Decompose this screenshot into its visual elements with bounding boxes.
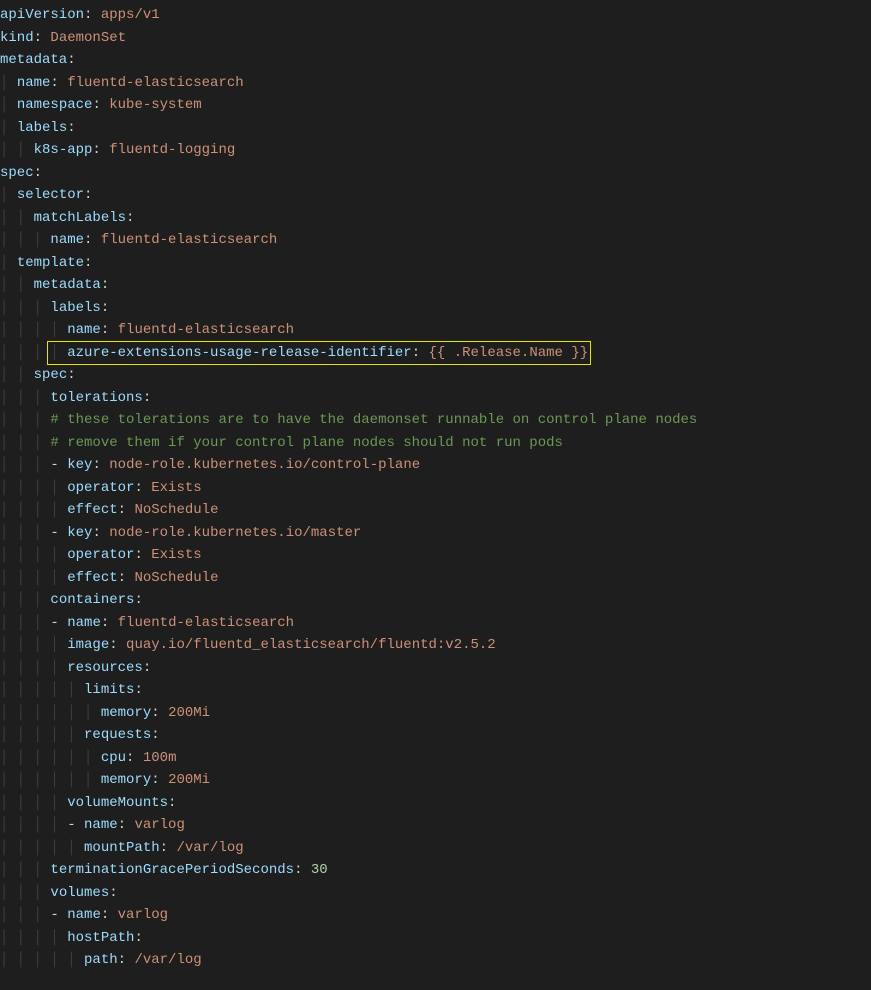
yaml-key: selector <box>17 187 84 203</box>
yaml-key: image <box>67 637 109 653</box>
yaml-key: cpu <box>101 750 126 766</box>
yaml-key: effect <box>67 570 117 586</box>
yaml-key: spec <box>0 165 34 181</box>
yaml-key: memory <box>101 772 151 788</box>
yaml-key: name <box>84 817 118 833</box>
yaml-value: fluentd-elasticsearch <box>118 322 294 338</box>
highlighted-line: │ azure-extensions-usage-release-identif… <box>48 342 590 365</box>
yaml-key: terminationGracePeriodSeconds <box>50 862 294 878</box>
yaml-value: quay.io/fluentd_elasticsearch/fluentd:v2… <box>126 637 496 653</box>
yaml-key: limits <box>84 682 134 698</box>
yaml-key: spec <box>34 367 68 383</box>
yaml-key: name <box>50 232 84 248</box>
yaml-key: resources <box>67 660 143 676</box>
yaml-value: DaemonSet <box>50 30 126 46</box>
yaml-value: 30 <box>311 862 328 878</box>
yaml-key: requests <box>84 727 151 743</box>
yaml-key: tolerations <box>50 390 142 406</box>
yaml-key: mountPath <box>84 840 160 856</box>
yaml-key: template <box>17 255 84 271</box>
yaml-value: apps/v1 <box>101 7 160 23</box>
yaml-comment: # these tolerations are to have the daem… <box>50 412 697 428</box>
yaml-value: varlog <box>118 907 168 923</box>
yaml-key: key <box>67 525 92 541</box>
yaml-key: key <box>67 457 92 473</box>
yaml-value: fluentd-elasticsearch <box>118 615 294 631</box>
yaml-key: operator <box>67 480 134 496</box>
yaml-key: matchLabels <box>34 210 126 226</box>
yaml-key: path <box>84 952 118 968</box>
yaml-key: labels <box>50 300 100 316</box>
yaml-key: name <box>67 615 101 631</box>
yaml-key: volumeMounts <box>67 795 168 811</box>
yaml-key: labels <box>17 120 67 136</box>
yaml-value: /var/log <box>134 952 201 968</box>
yaml-key: name <box>17 75 51 91</box>
yaml-value: fluentd-elasticsearch <box>101 232 277 248</box>
yaml-key: effect <box>67 502 117 518</box>
yaml-key: volumes <box>50 885 109 901</box>
yaml-value: /var/log <box>176 840 243 856</box>
yaml-key: k8s-app <box>34 142 93 158</box>
yaml-key: hostPath <box>67 930 134 946</box>
yaml-key: apiVersion <box>0 7 84 23</box>
yaml-value: 200Mi <box>168 705 210 721</box>
yaml-value: 200Mi <box>168 772 210 788</box>
yaml-value: node-role.kubernetes.io/control-plane <box>109 457 420 473</box>
yaml-key: containers <box>50 592 134 608</box>
yaml-key: name <box>67 322 101 338</box>
yaml-comment: # remove them if your control plane node… <box>50 435 562 451</box>
yaml-value: varlog <box>134 817 184 833</box>
yaml-key: name <box>67 907 101 923</box>
yaml-key: azure-extensions-usage-release-identifie… <box>67 345 411 361</box>
yaml-value: fluentd-elasticsearch <box>67 75 243 91</box>
yaml-value: NoSchedule <box>134 570 218 586</box>
yaml-value: Exists <box>151 547 201 563</box>
yaml-key: metadata <box>0 52 67 68</box>
yaml-value: Exists <box>151 480 201 496</box>
yaml-value: NoSchedule <box>134 502 218 518</box>
yaml-value: fluentd-logging <box>109 142 235 158</box>
yaml-key: kind <box>0 30 34 46</box>
yaml-value: {{ .Release.Name }} <box>429 345 589 361</box>
yaml-code-block[interactable]: apiVersion: apps/v1 kind: DaemonSet meta… <box>0 0 871 972</box>
yaml-value: 100m <box>143 750 177 766</box>
yaml-value: node-role.kubernetes.io/master <box>109 525 361 541</box>
yaml-key: metadata <box>34 277 101 293</box>
yaml-key: namespace <box>17 97 93 113</box>
yaml-key: operator <box>67 547 134 563</box>
yaml-value: kube-system <box>109 97 201 113</box>
yaml-key: memory <box>101 705 151 721</box>
